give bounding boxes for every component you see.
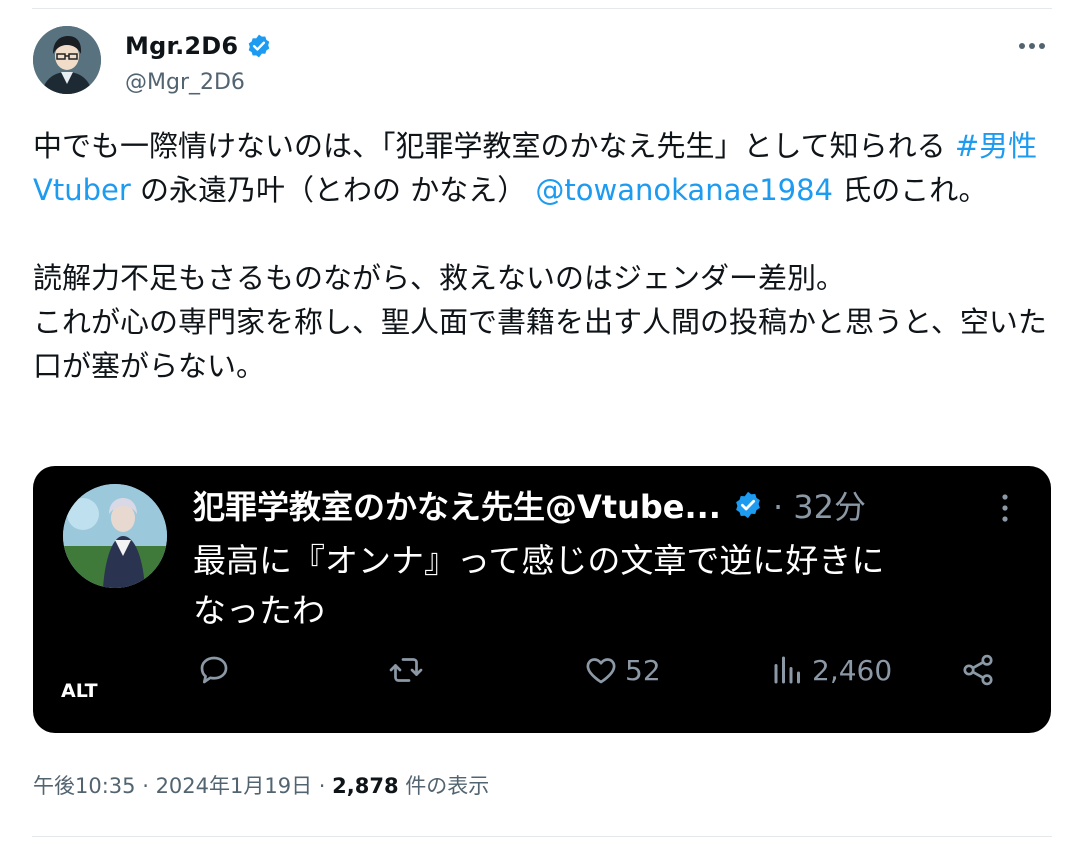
post-date[interactable]: 2024年1月19日 bbox=[156, 774, 313, 798]
author-name-row[interactable]: Mgr.2D6 bbox=[125, 32, 272, 60]
more-vertical-icon bbox=[1002, 494, 1008, 522]
post-time[interactable]: 午後10:35 bbox=[33, 774, 136, 798]
tweet-paragraph-2-line-1: 読解力不足もさるものながら、救えないのはジェンダー差別。 bbox=[33, 261, 846, 295]
view-count-label: 件の表示 bbox=[398, 774, 490, 798]
reply-icon bbox=[200, 656, 228, 684]
embedded-retweet-action bbox=[388, 652, 424, 688]
retweet-icon bbox=[389, 658, 423, 682]
author-display-name[interactable]: Mgr.2D6 bbox=[125, 32, 238, 60]
embedded-text-line-2: なったわ bbox=[193, 591, 325, 630]
meta-separator: · bbox=[135, 774, 156, 798]
tweet-paragraph-1: 中でも一際情けないのは、「犯罪学教室のかなえ先生」として知られる #男性Vtub… bbox=[33, 124, 1053, 212]
embedded-author-avatar bbox=[63, 484, 167, 588]
share-icon bbox=[963, 654, 993, 686]
embedded-tweet-text: 最高に『オンナ』って感じの文章で逆に好きに なったわ bbox=[193, 536, 1013, 636]
heart-icon bbox=[586, 658, 616, 684]
embedded-text-line-1: 最高に『オンナ』って感じの文章で逆に好きに bbox=[193, 541, 885, 580]
embedded-like-action: 52 bbox=[583, 652, 661, 688]
tweet-header: Mgr.2D6 @Mgr_2D6 bbox=[33, 26, 1052, 98]
tweet-body: 中でも一際情けないのは、「犯罪学教室のかなえ先生」として知られる #男性Vtub… bbox=[33, 124, 1053, 388]
embedded-time: · 32分 bbox=[772, 488, 867, 526]
verified-badge-icon bbox=[249, 34, 270, 58]
embedded-screenshot-image[interactable]: 犯罪学教室のかなえ先生@Vtube... · 32分 最高に『オンナ』って感じの… bbox=[33, 466, 1051, 733]
top-divider bbox=[32, 8, 1052, 9]
views-chart-icon bbox=[774, 656, 800, 684]
body-text-segment: 氏のこれ。 bbox=[833, 173, 988, 207]
embedded-views-action: 2,460 bbox=[770, 652, 892, 688]
views-count: 2,460 bbox=[812, 653, 893, 687]
embedded-action-bar: 52 2,460 bbox=[33, 652, 1051, 704]
tweet-meta: 午後10:35 · 2024年1月19日 · 2,878 件の表示 bbox=[33, 770, 489, 800]
embedded-author-row: 犯罪学教室のかなえ先生@Vtube... · 32分 bbox=[193, 482, 866, 528]
body-text-segment: 中でも一際情けないのは、「犯罪学教室のかなえ先生」として知られる bbox=[33, 129, 955, 163]
verified-badge-icon bbox=[736, 491, 760, 519]
embedded-share-action bbox=[960, 652, 996, 688]
embedded-author-name: 犯罪学教室のかなえ先生@Vtube... bbox=[193, 488, 721, 526]
mention-link[interactable]: @towanokanae1984 bbox=[535, 173, 833, 207]
embedded-reply-action bbox=[196, 652, 232, 688]
author-handle[interactable]: @Mgr_2D6 bbox=[125, 70, 245, 95]
like-count: 52 bbox=[625, 653, 661, 687]
anime-man-avatar-icon bbox=[33, 26, 101, 94]
more-horizontal-icon[interactable] bbox=[1012, 36, 1052, 56]
anime-character-avatar-icon bbox=[63, 484, 167, 588]
tweet-paragraph-2-line-2: これが心の専門家を称し、聖人面で書籍を出す人間の投稿かと思うと、空いた口が塞がら… bbox=[33, 305, 1047, 383]
alt-text-badge[interactable]: ALT bbox=[61, 680, 98, 702]
bottom-divider bbox=[32, 836, 1052, 837]
author-avatar[interactable] bbox=[33, 26, 101, 94]
meta-separator: · bbox=[312, 774, 333, 798]
body-text-segment: の永遠乃叶（とわの かなえ） bbox=[130, 173, 536, 207]
view-count: 2,878 bbox=[332, 774, 399, 798]
